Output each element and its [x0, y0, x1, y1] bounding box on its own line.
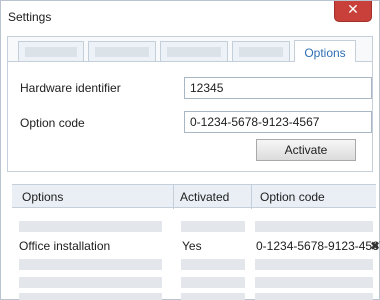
tab-label-placeholder — [167, 47, 221, 57]
title-bar: Settings ✕ — [1, 1, 379, 29]
options-table-header: Options Activated Option code — [12, 184, 376, 209]
cell-placeholder — [19, 293, 162, 300]
option-name: Office installation — [19, 239, 111, 253]
cell-placeholder — [181, 221, 245, 232]
hardware-identifier-label: Hardware identifier — [20, 81, 121, 95]
table-row[interactable] — [19, 221, 375, 233]
cell-placeholder — [255, 277, 373, 288]
tab-options-label: Options — [304, 46, 346, 60]
tab-3[interactable] — [160, 41, 228, 61]
cell-placeholder — [255, 221, 373, 232]
column-divider[interactable] — [251, 185, 252, 209]
column-divider[interactable] — [173, 185, 174, 209]
tab-label-placeholder — [95, 47, 149, 57]
tab-label-placeholder — [25, 47, 77, 57]
cell-placeholder — [255, 293, 373, 300]
cell-placeholder — [19, 259, 162, 270]
cell-placeholder — [255, 259, 373, 270]
tab-4[interactable] — [232, 41, 290, 61]
activated-value: Yes — [182, 239, 202, 253]
settings-window: Settings ✕ Options Hardware identifier O… — [0, 0, 380, 300]
close-icon: ✕ — [347, 2, 359, 18]
tab-2[interactable] — [88, 41, 156, 61]
option-code-value: 0-1234-5678-9123-4567 — [256, 239, 380, 253]
cell-placeholder — [19, 221, 162, 232]
option-code-label: Option code — [20, 116, 85, 130]
remove-option-icon[interactable]: ✖ — [370, 239, 380, 253]
tab-options[interactable]: Options — [294, 40, 356, 62]
activate-button[interactable]: Activate — [256, 139, 356, 161]
cell-placeholder — [181, 277, 245, 288]
cell-placeholder — [181, 259, 245, 270]
table-row[interactable] — [19, 293, 375, 300]
tab-1[interactable] — [18, 41, 84, 61]
close-button[interactable]: ✕ — [334, 1, 372, 22]
hardware-identifier-field[interactable] — [184, 77, 372, 99]
cell-placeholder — [181, 293, 245, 300]
tab-strip: Options — [7, 36, 373, 62]
table-row[interactable]: Office installation Yes 0-1234-5678-9123… — [19, 238, 380, 254]
cell-placeholder — [19, 277, 162, 288]
option-code-field[interactable] — [184, 111, 372, 133]
column-header-options[interactable]: Options — [22, 190, 63, 204]
window-title: Settings — [8, 10, 52, 24]
table-row[interactable] — [19, 277, 375, 289]
column-header-activated[interactable]: Activated — [180, 190, 229, 204]
table-row[interactable] — [19, 259, 375, 271]
tab-label-placeholder — [239, 47, 283, 57]
column-header-option-code[interactable]: Option code — [260, 190, 325, 204]
